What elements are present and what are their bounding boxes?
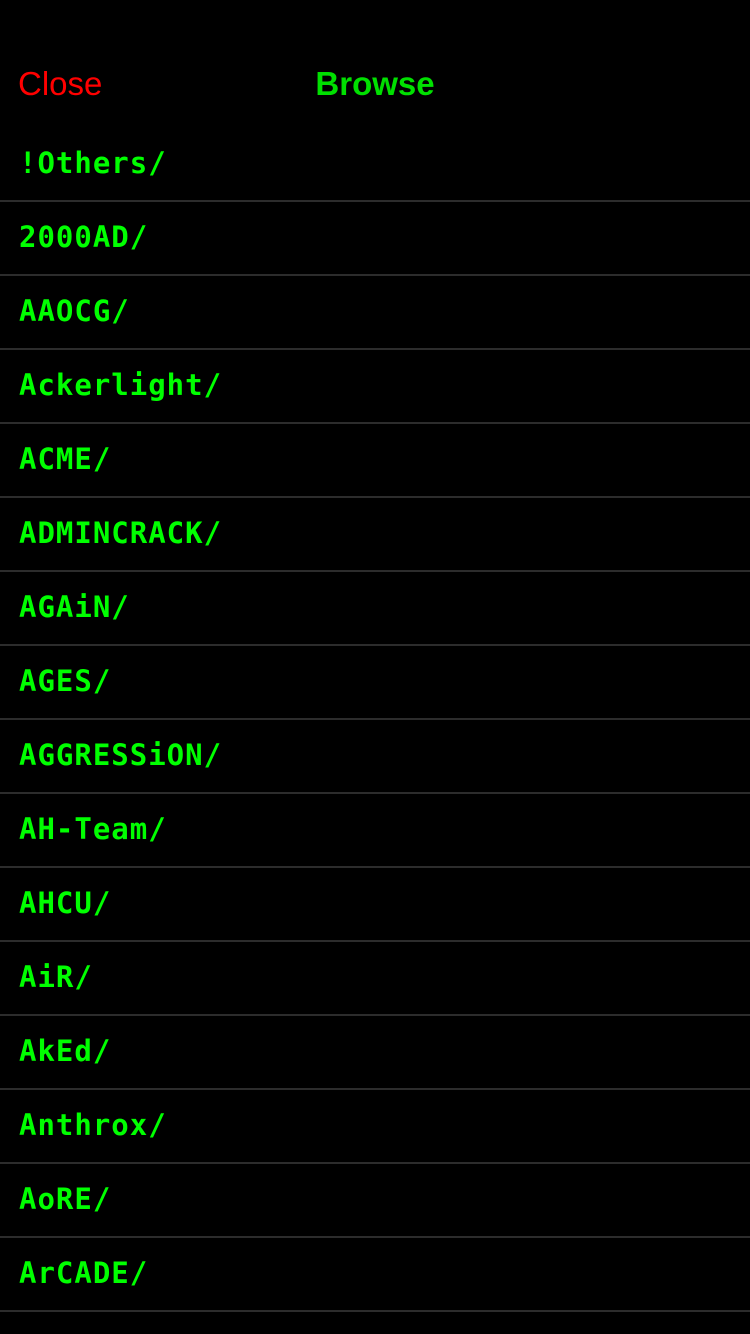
folder-label: Ackerlight/ bbox=[19, 368, 223, 402]
folder-row[interactable]: AGGRESSiON/ bbox=[0, 720, 750, 794]
folder-row[interactable]: AoRE/ bbox=[0, 1164, 750, 1238]
folder-row[interactable]: AGES/ bbox=[0, 646, 750, 720]
folder-row[interactable]: AHCU/ bbox=[0, 868, 750, 942]
folder-label: AGES/ bbox=[19, 664, 112, 698]
folder-row[interactable]: AGAiN/ bbox=[0, 572, 750, 646]
folder-label: AGAiN/ bbox=[19, 590, 130, 624]
folder-row[interactable]: 2000AD/ bbox=[0, 202, 750, 276]
folder-list: !Others/ 2000AD/ AAOCG/ Ackerlight/ ACME… bbox=[0, 128, 750, 1312]
folder-label: AoRE/ bbox=[19, 1182, 112, 1216]
folder-row[interactable]: !Others/ bbox=[0, 128, 750, 202]
folder-label: AGGRESSiON/ bbox=[19, 738, 223, 772]
folder-label: Anthrox/ bbox=[19, 1108, 167, 1142]
folder-row[interactable]: AiR/ bbox=[0, 942, 750, 1016]
folder-label: ArCADE/ bbox=[19, 1256, 149, 1290]
folder-row[interactable]: ACME/ bbox=[0, 424, 750, 498]
folder-row[interactable]: ArCADE/ bbox=[0, 1238, 750, 1312]
folder-row[interactable]: Ackerlight/ bbox=[0, 350, 750, 424]
folder-label: AAOCG/ bbox=[19, 294, 130, 328]
navigation-bar: Close Browse bbox=[0, 40, 750, 128]
page-title: Browse bbox=[315, 65, 435, 102]
folder-label: AHCU/ bbox=[19, 886, 112, 920]
folder-label: 2000AD/ bbox=[19, 220, 149, 254]
folder-row[interactable]: Anthrox/ bbox=[0, 1090, 750, 1164]
folder-row[interactable]: AAOCG/ bbox=[0, 276, 750, 350]
folder-label: AkEd/ bbox=[19, 1034, 112, 1068]
folder-label: !Others/ bbox=[19, 146, 167, 180]
folder-row[interactable]: AkEd/ bbox=[0, 1016, 750, 1090]
folder-row[interactable]: ADMINCRACK/ bbox=[0, 498, 750, 572]
folder-label: ADMINCRACK/ bbox=[19, 516, 223, 550]
folder-label: ACME/ bbox=[19, 442, 112, 476]
folder-label: AiR/ bbox=[19, 960, 93, 994]
folder-row[interactable]: AH-Team/ bbox=[0, 794, 750, 868]
folder-label: AH-Team/ bbox=[19, 812, 167, 846]
